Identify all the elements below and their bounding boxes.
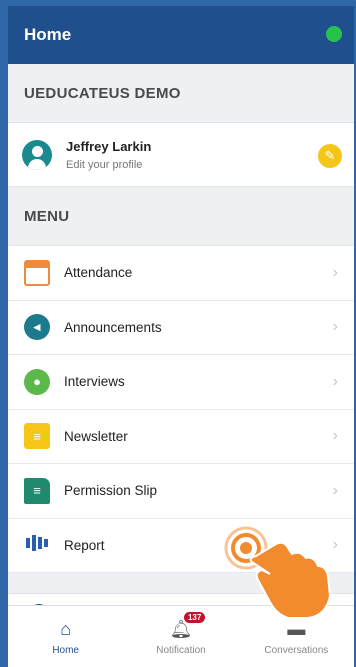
profile-name: Jeffrey Larkin bbox=[66, 138, 152, 154]
megaphone-icon: ◂ bbox=[24, 314, 50, 341]
tab-label: Conversations bbox=[264, 645, 329, 656]
tap-hand-icon bbox=[224, 526, 332, 619]
chevron-right-icon: › bbox=[332, 372, 338, 390]
menu-item-label: Newsletter bbox=[64, 428, 128, 444]
menu-item-label: Permission Slip bbox=[64, 483, 158, 499]
menu-item-permission-slip[interactable]: ≡ Permission Slip › bbox=[8, 464, 354, 519]
chat-icon: ● bbox=[24, 368, 50, 395]
pencil-icon: ✎ bbox=[324, 148, 336, 163]
profile-subtitle: Edit your profile bbox=[66, 158, 143, 171]
bar-chart-icon bbox=[24, 532, 50, 558]
tab-label: Home bbox=[52, 645, 79, 656]
menu-item-attendance[interactable]: Attendance › bbox=[8, 246, 354, 301]
menu-section-title: MENU bbox=[24, 207, 70, 225]
calendar-icon bbox=[24, 259, 50, 286]
menu-item-label: Attendance bbox=[64, 265, 133, 281]
menu-item-label: Report bbox=[64, 537, 105, 553]
profile-row[interactable]: Jeffrey Larkin Edit your profile ✎ bbox=[8, 122, 354, 187]
newsletter-icon: ≡ bbox=[24, 423, 50, 450]
chevron-right-icon: › bbox=[332, 481, 338, 499]
menu-item-label: Interviews bbox=[64, 374, 125, 390]
page-title: Home bbox=[24, 25, 72, 44]
avatar-icon bbox=[22, 139, 52, 170]
tab-label: Notification bbox=[156, 645, 206, 656]
menu-item-announcements[interactable]: ◂ Announcements › bbox=[8, 301, 354, 355]
chevron-right-icon: › bbox=[332, 263, 338, 281]
menu-item-label: Announcements bbox=[64, 319, 162, 335]
menu-item-newsletter[interactable]: ≡ Newsletter › bbox=[8, 410, 354, 464]
document-icon: ≡ bbox=[24, 477, 50, 504]
chevron-right-icon: › bbox=[332, 427, 338, 445]
menu-item-interviews[interactable]: ● Interviews › bbox=[8, 355, 354, 410]
org-section-title: UEDUCATEUS DEMO bbox=[24, 84, 181, 102]
app-header: Home bbox=[8, 6, 354, 64]
notification-badge: 137 bbox=[183, 612, 206, 623]
tab-home[interactable]: ⌂ Home bbox=[8, 606, 123, 667]
home-icon: ⌂ bbox=[60, 619, 72, 639]
chevron-right-icon: › bbox=[332, 318, 338, 336]
edit-profile-button[interactable]: ✎ bbox=[318, 144, 342, 168]
online-status-indicator bbox=[326, 26, 342, 42]
